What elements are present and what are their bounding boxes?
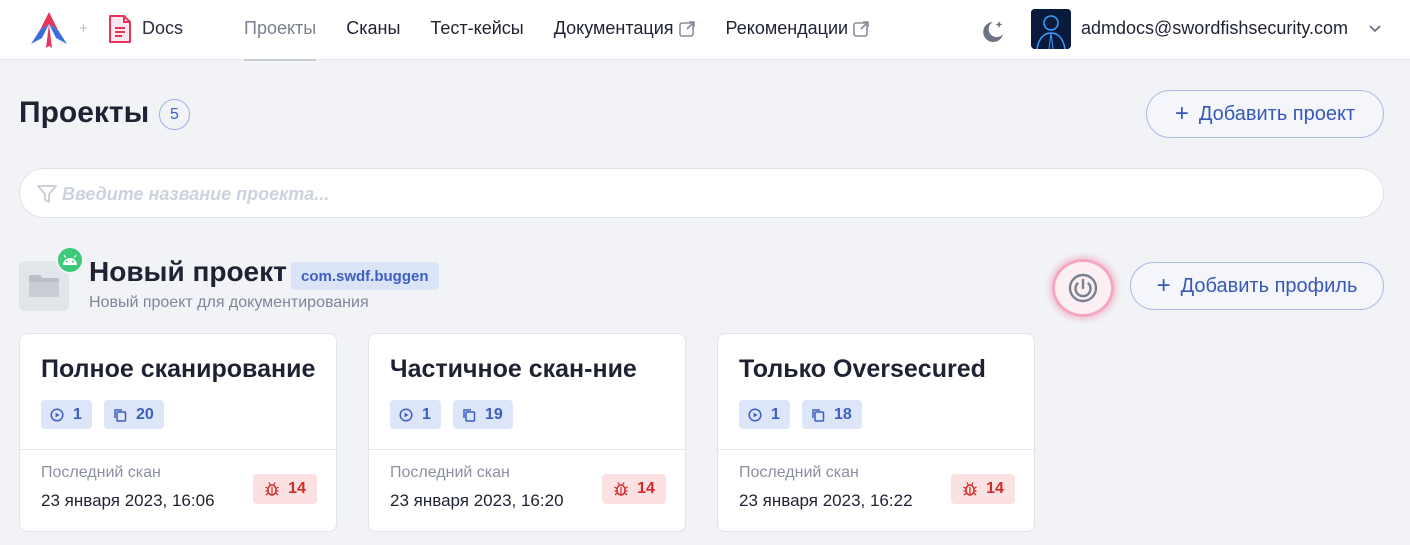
copy-icon (812, 408, 825, 422)
last-scan-label: Последний скан (390, 464, 510, 481)
avatar-image (1031, 9, 1071, 49)
nav-label: Сканы (346, 18, 401, 38)
scan-power-button[interactable] (1052, 259, 1114, 317)
project-name[interactable]: Новый проект (89, 256, 287, 288)
nav-label: Документация (553, 18, 674, 38)
nav-item-documentation[interactable]: Документация (554, 18, 696, 39)
card-divider (718, 449, 1034, 450)
package-badge: com.swdf.buggen (291, 262, 439, 290)
plus-icon: + (1174, 100, 1189, 127)
nav-label: Проекты (244, 18, 317, 38)
nav-item-projects[interactable]: Проекты (244, 18, 317, 61)
nav-item-recommendations[interactable]: Рекомендации (726, 18, 871, 39)
app-logo-icon[interactable] (28, 10, 70, 50)
bugs-chip[interactable]: 14 (253, 474, 317, 504)
runs-count: 1 (73, 405, 82, 423)
add-profile-button[interactable]: + Добавить профиль (1130, 262, 1384, 310)
nav-item-scans[interactable]: Сканы (346, 18, 400, 39)
user-email[interactable]: admdocs@swordfishsecurity.com (1081, 18, 1348, 39)
top-navigation-bar: + Docs Проекты Сканы Тест-кейсы Документ… (0, 0, 1410, 61)
chevron-down-icon[interactable] (1368, 24, 1382, 34)
theme-toggle-moon-icon[interactable] (980, 18, 1006, 44)
card-divider (20, 449, 336, 450)
play-circle-icon (399, 407, 413, 422)
card-title: Частичное скан-ние (390, 355, 637, 383)
bugs-count: 14 (288, 480, 306, 497)
last-scan-date: 23 января 2023, 16:22 (739, 491, 913, 510)
logo-separator: + (79, 20, 88, 37)
add-project-label: Добавить проект (1198, 102, 1356, 125)
project-description: Новый проект для документирования (89, 294, 369, 311)
play-circle-icon (748, 407, 762, 422)
last-scan-date: 23 января 2023, 16:06 (41, 491, 215, 510)
runs-chip: 1 (390, 400, 441, 429)
nav-label: Рекомендации (725, 18, 849, 38)
card-divider (369, 449, 685, 450)
last-scan-label: Последний скан (739, 464, 859, 481)
android-icon (56, 246, 84, 274)
bugs-chip[interactable]: 14 (951, 474, 1015, 504)
add-profile-label: Добавить профиль (1180, 274, 1358, 297)
nav-item-test-cases[interactable]: Тест-кейсы (430, 18, 523, 39)
product-name[interactable]: Docs (142, 18, 183, 39)
power-icon (1068, 273, 1098, 303)
bugs-count: 14 (986, 480, 1004, 497)
search-input[interactable] (62, 179, 1362, 209)
user-avatar[interactable] (1031, 9, 1071, 49)
plus-icon: + (1156, 272, 1171, 299)
card-title: Только Oversecured (739, 355, 986, 383)
nav-label: Тест-кейсы (430, 18, 524, 38)
card-title: Полное сканирование (41, 355, 316, 383)
scan-profile-card[interactable]: Частичное скан-ние 1 19 Последний скан 2… (368, 333, 686, 532)
bug-icon (963, 482, 977, 496)
android-glyph (63, 254, 77, 265)
runs-count: 1 (422, 405, 431, 423)
page-title: Проекты (19, 96, 150, 129)
copies-chip: 18 (802, 400, 862, 429)
play-circle-icon (50, 407, 64, 422)
filter-icon (37, 185, 57, 203)
copies-count: 19 (485, 405, 503, 423)
copy-icon (114, 408, 127, 422)
runs-count: 1 (771, 405, 780, 423)
project-search (19, 168, 1384, 218)
runs-chip: 1 (739, 400, 790, 429)
bug-icon (614, 482, 628, 496)
scan-profile-card[interactable]: Полное сканирование 1 20 Последний скан … (19, 333, 337, 532)
bugs-count: 14 (637, 480, 655, 497)
scan-profile-card[interactable]: Только Oversecured 1 18 Последний скан 2… (717, 333, 1035, 532)
bug-icon (265, 482, 279, 496)
copies-count: 20 (136, 405, 154, 423)
last-scan-label: Последний скан (41, 464, 161, 481)
external-link-icon (678, 20, 695, 37)
main-nav: Проекты Сканы Тест-кейсы Документация Ре… (244, 18, 900, 61)
copy-icon (463, 408, 476, 422)
runs-chip: 1 (41, 400, 92, 429)
last-scan-date: 23 января 2023, 16:20 (390, 491, 564, 510)
add-project-button[interactable]: + Добавить проект (1146, 90, 1384, 138)
external-link-icon (853, 20, 869, 37)
folder-icon (29, 275, 59, 297)
bugs-chip[interactable]: 14 (602, 474, 666, 504)
document-icon[interactable] (107, 14, 133, 44)
projects-count-badge: 5 (159, 99, 190, 130)
copies-count: 18 (834, 405, 852, 423)
copies-chip: 20 (104, 400, 164, 429)
copies-chip: 19 (453, 400, 513, 429)
